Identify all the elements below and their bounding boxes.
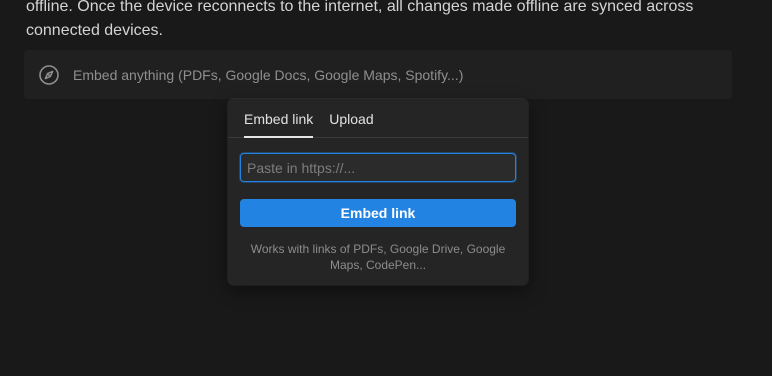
paragraph-text: offline. Once the device reconnects to t… — [26, 0, 746, 43]
tab-embed-link[interactable]: Embed link — [236, 99, 321, 138]
tab-upload[interactable]: Upload — [321, 99, 381, 137]
page: offline. Once the device reconnects to t… — [0, 0, 772, 376]
embed-link-button[interactable]: Embed link — [240, 199, 516, 227]
compass-icon — [38, 64, 60, 86]
paragraph-line: offline. Once the device reconnects to t… — [26, 0, 694, 15]
embed-popover: Embed link Upload Embed link Works with … — [228, 99, 528, 285]
embed-block[interactable]: Embed anything (PDFs, Google Docs, Googl… — [24, 50, 732, 99]
paragraph-line: connected devices. — [26, 22, 163, 39]
embed-block-placeholder: Embed anything (PDFs, Google Docs, Googl… — [73, 66, 464, 83]
hint-text: Works with links of PDFs, Google Drive, … — [250, 242, 506, 272]
popover-tabs: Embed link Upload — [228, 99, 528, 138]
url-input[interactable] — [240, 153, 516, 182]
